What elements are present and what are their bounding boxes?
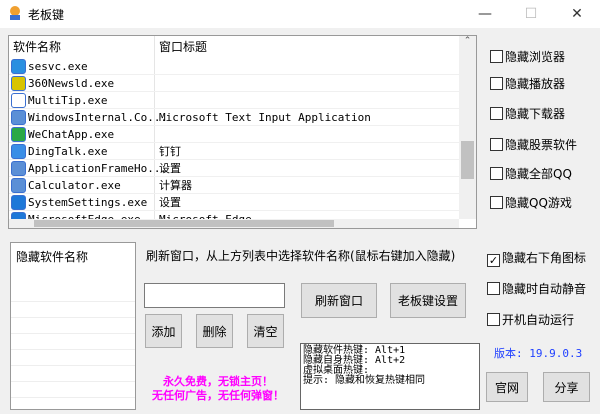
scrollbar-thumb[interactable] <box>461 141 474 179</box>
checkbox-option[interactable]: 开机自动运行 <box>487 312 574 330</box>
software-name: MultiTip.exe <box>28 94 108 107</box>
checkbox-icon[interactable] <box>490 50 503 63</box>
checkbox-label: 隐藏下载器 <box>505 107 566 121</box>
title-bar: 老板键 — ☐ ✕ <box>0 0 600 28</box>
window-title-cell: 设置 <box>159 196 181 209</box>
software-name-input[interactable] <box>144 283 285 308</box>
share-button[interactable]: 分享 <box>543 372 590 402</box>
software-name: ApplicationFrameHo... <box>28 162 168 175</box>
version-label: 版本: 19.9.0.3 <box>494 347 583 360</box>
window-title-cell: 计算器 <box>159 179 192 192</box>
app-icon <box>11 195 26 210</box>
hidden-software-list[interactable]: 隐藏软件名称 <box>10 242 136 410</box>
software-name: DingTalk.exe <box>28 145 108 158</box>
hotkey-info-box: 隐藏软件热键: Alt+1 隐藏自身热键: Alt+2 虚拟桌面热键: 提示: … <box>300 343 480 410</box>
checkbox-option[interactable]: 隐藏浏览器 <box>490 49 565 67</box>
table-row[interactable]: ApplicationFrameHo... 设置 <box>9 160 459 177</box>
boss-key-settings-button[interactable]: 老板键设置 <box>390 283 466 318</box>
table-row[interactable]: WeChatApp.exe <box>9 126 459 143</box>
app-icon <box>11 76 26 91</box>
checkbox-icon[interactable] <box>487 313 500 326</box>
app-icon <box>11 93 26 108</box>
app-icon <box>7 5 23 21</box>
app-icon <box>11 161 26 176</box>
table-row[interactable]: sesvc.exe <box>9 58 459 75</box>
checkbox-icon[interactable]: ✓ <box>487 254 500 267</box>
table-row[interactable]: Calculator.exe 计算器 <box>9 177 459 194</box>
software-name: sesvc.exe <box>28 60 88 73</box>
checkbox-label: 隐藏右下角图标 <box>502 251 587 265</box>
app-icon <box>11 178 26 193</box>
instruction-text: 刷新窗口，从上方列表中选择软件名称(鼠标右键加入隐藏) <box>146 249 456 263</box>
software-name: WindowsInternal.Co... <box>28 111 168 124</box>
vertical-scrollbar[interactable]: ⌃ <box>459 36 476 219</box>
app-icon <box>11 59 26 74</box>
window-title-cell: 钉钉 <box>159 145 181 158</box>
horizontal-scrollbar[interactable] <box>9 219 459 228</box>
window-title-cell: 设置 <box>159 162 181 175</box>
checkbox-icon[interactable] <box>490 167 503 180</box>
checkbox-option[interactable]: 隐藏播放器 <box>490 76 565 94</box>
checkbox-icon[interactable] <box>487 282 500 295</box>
maximize-button[interactable]: ☐ <box>508 0 554 28</box>
software-name: Calculator.exe <box>28 179 121 192</box>
checkbox-label: 隐藏播放器 <box>505 77 566 91</box>
column-header-window-title[interactable]: 窗口标题 <box>155 36 207 58</box>
add-button[interactable]: 添加 <box>145 314 182 348</box>
hidden-list-header: 隐藏软件名称 <box>16 250 89 264</box>
checkbox-icon[interactable] <box>490 77 503 90</box>
app-icon <box>11 127 26 142</box>
column-header-software-name[interactable]: 软件名称 <box>9 36 61 58</box>
checkbox-option[interactable]: 隐藏时自动静音 <box>487 281 586 299</box>
app-icon <box>11 110 26 125</box>
checkbox-label: 隐藏浏览器 <box>505 50 566 64</box>
refresh-window-button[interactable]: 刷新窗口 <box>301 283 377 318</box>
table-row[interactable]: WindowsInternal.Co... Microsoft Text Inpu… <box>9 109 459 126</box>
checkbox-label: 隐藏时自动静音 <box>502 282 587 296</box>
website-button[interactable]: 官网 <box>486 372 528 402</box>
software-name: SystemSettings.exe <box>28 196 148 209</box>
checkbox-icon[interactable] <box>490 196 503 209</box>
checkbox-label: 开机自动运行 <box>502 313 575 327</box>
info-line: 提示: 隐藏和恢复热键相同 <box>303 375 426 386</box>
checkbox-option[interactable]: 隐藏全部QQ <box>490 166 572 184</box>
checkbox-option[interactable]: 隐藏股票软件 <box>490 137 577 155</box>
minimize-button[interactable]: — <box>462 0 508 28</box>
close-button[interactable]: ✕ <box>554 0 600 28</box>
software-name: WeChatApp.exe <box>28 128 115 141</box>
table-row[interactable]: 360Newsld.exe <box>9 75 459 92</box>
delete-button[interactable]: 删除 <box>196 314 233 348</box>
promo-line-2: 无任何广告，无任何弹窗！ <box>152 389 284 402</box>
window-title: 老板键 <box>28 8 65 22</box>
checkbox-option[interactable]: ✓ 隐藏右下角图标 <box>487 250 586 268</box>
process-list[interactable]: 软件名称 窗口标题 sesvc.exe 360Newsld.exe MultiTip… <box>8 35 477 229</box>
checkbox-label: 隐藏QQ游戏 <box>505 196 572 210</box>
software-name: 360Newsld.exe <box>28 77 115 90</box>
window-title-cell: Microsoft Text Input Application <box>159 111 371 124</box>
app-icon <box>11 144 26 159</box>
table-row[interactable]: DingTalk.exe 钉钉 <box>9 143 459 160</box>
checkbox-option[interactable]: 隐藏下载器 <box>490 106 565 124</box>
checkbox-icon[interactable] <box>490 138 503 151</box>
checkbox-label: 隐藏全部QQ <box>505 167 572 181</box>
checkbox-icon[interactable] <box>490 107 503 120</box>
checkbox-option[interactable]: 隐藏QQ游戏 <box>490 195 572 213</box>
checkbox-label: 隐藏股票软件 <box>505 138 578 152</box>
clear-button[interactable]: 清空 <box>247 314 284 348</box>
table-row[interactable]: SystemSettings.exe 设置 <box>9 194 459 211</box>
table-row[interactable]: MultiTip.exe <box>9 92 459 109</box>
